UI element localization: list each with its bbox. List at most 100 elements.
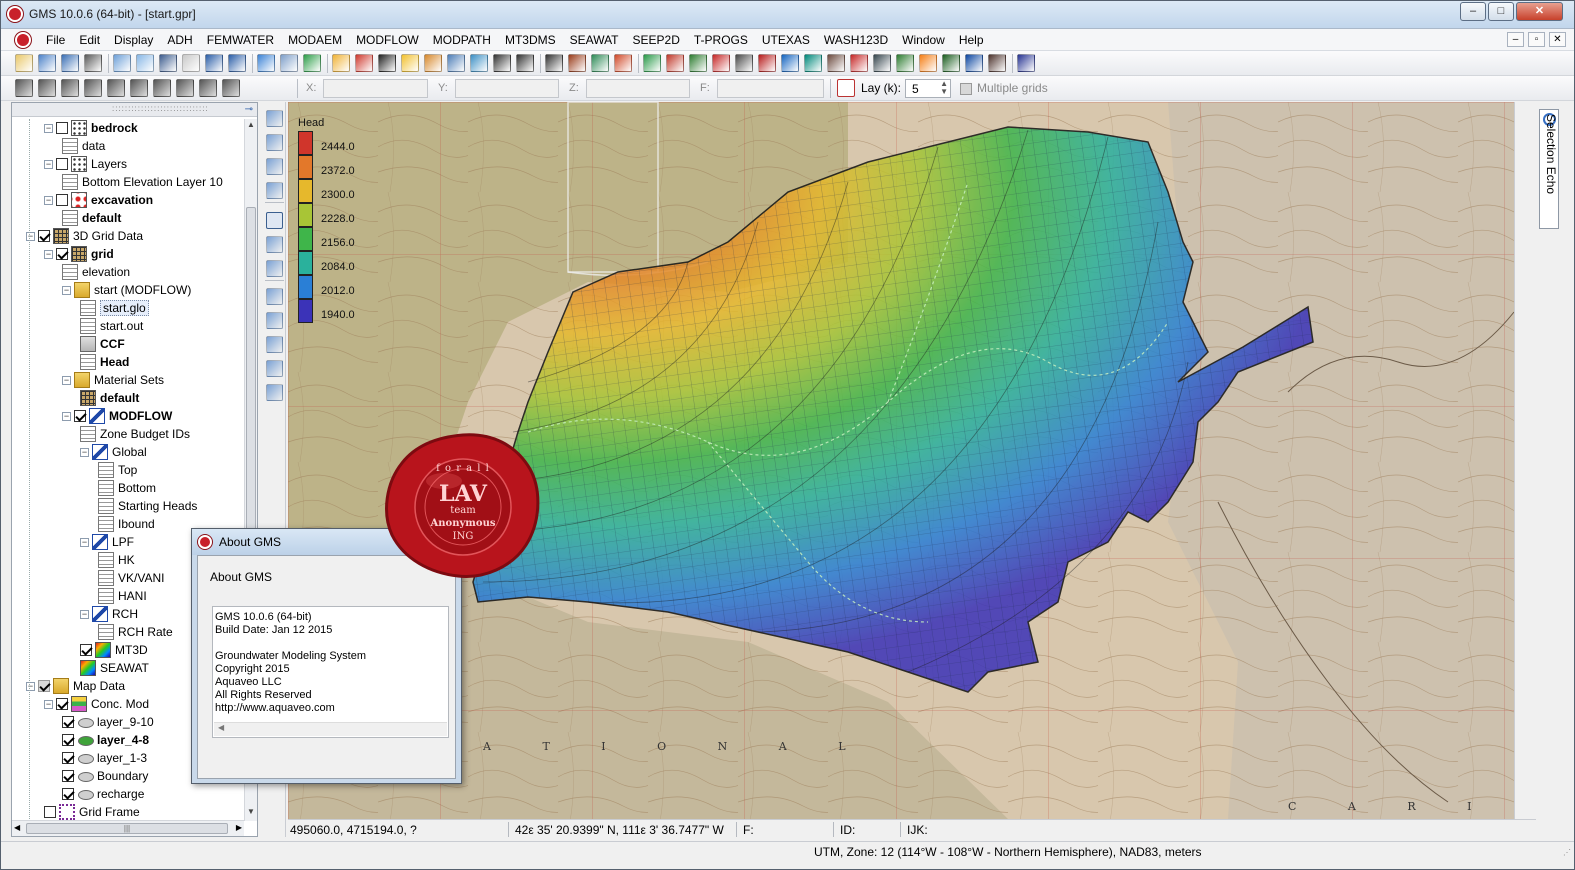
tree-item-zone-budget-ids[interactable]: Zone Budget IDs xyxy=(80,425,190,443)
collapse-toggle-icon[interactable]: − xyxy=(44,123,53,133)
tile-icon[interactable] xyxy=(303,54,321,72)
tree-item-seawat[interactable]: SEAWAT xyxy=(80,659,149,677)
tree-item-start-out[interactable]: start.out xyxy=(80,317,143,335)
film-icon[interactable] xyxy=(378,54,396,72)
tree-item-starting-heads[interactable]: Starting Heads xyxy=(98,497,197,515)
select-cells-tool-icon[interactable] xyxy=(266,212,283,229)
truck-well-icon[interactable] xyxy=(591,54,609,72)
f-value-field[interactable] xyxy=(717,79,824,98)
tree-item-rch-rate[interactable]: RCH Rate xyxy=(98,623,173,641)
collapse-toggle-icon[interactable]: − xyxy=(62,411,71,421)
tree-item-grid-frame[interactable]: Grid Frame xyxy=(44,803,140,821)
layer-spinner[interactable]: 5 ▲ ▼ xyxy=(905,79,951,98)
drawing-8-icon[interactable] xyxy=(827,54,845,72)
tree-item-excavation[interactable]: − excavation xyxy=(44,191,153,209)
about-info-box[interactable]: ◀ GMS 10.0.6 (64-bit) Build Date: Jan 12 … xyxy=(212,606,449,738)
drawing-12-icon[interactable] xyxy=(919,54,937,72)
scroll-down-icon[interactable]: ▼ xyxy=(245,807,257,820)
drawing-1-icon[interactable] xyxy=(666,54,684,72)
borehole-icon[interactable] xyxy=(38,79,56,97)
collapse-toggle-icon[interactable]: − xyxy=(62,285,71,295)
create-point-tool-icon[interactable] xyxy=(266,312,283,329)
create-polygon-tool-icon[interactable] xyxy=(266,336,283,353)
tree-checkbox[interactable] xyxy=(38,230,50,242)
select-object-tool-icon[interactable] xyxy=(266,260,283,277)
mdi-minimize-button[interactable]: – xyxy=(1507,32,1524,47)
tree-checkbox[interactable] xyxy=(62,734,74,746)
chart-icon[interactable] xyxy=(643,54,661,72)
menu-file[interactable]: File xyxy=(39,33,72,47)
collapse-toggle-icon[interactable]: − xyxy=(44,195,53,205)
menu-utexas[interactable]: UTEXAS xyxy=(755,33,817,47)
tree-item-default[interactable]: default xyxy=(80,389,139,407)
box-icon[interactable] xyxy=(113,54,131,72)
tree-item-bottom[interactable]: Bottom xyxy=(98,479,156,497)
menu-seawat[interactable]: SEAWAT xyxy=(563,33,626,47)
zoom-icon[interactable] xyxy=(257,54,275,72)
hexagon-icon[interactable] xyxy=(84,79,102,97)
drawing-11-icon[interactable] xyxy=(896,54,914,72)
dock-grip[interactable]: :::::::::::::::::::::::::::::: xyxy=(112,104,209,113)
tree-item-layer-9-10[interactable]: layer_9-10 xyxy=(62,713,154,731)
tree-checkbox[interactable] xyxy=(62,788,74,800)
tree-checkbox[interactable] xyxy=(56,248,68,260)
sphere-icon[interactable] xyxy=(199,79,217,97)
menu-mt3dms[interactable]: MT3DMS xyxy=(498,33,563,47)
refresh-icon[interactable] xyxy=(332,54,350,72)
tree-checkbox[interactable] xyxy=(62,716,74,728)
grid-3d-icon[interactable] xyxy=(153,79,171,97)
tree-item-head[interactable]: Head xyxy=(80,353,129,371)
pan-tool-icon[interactable] xyxy=(266,110,283,127)
selection-echo-tab[interactable]: Selection Echo xyxy=(1539,109,1559,229)
tree-item-bedrock[interactable]: − bedrock xyxy=(44,119,138,137)
tree-item-top[interactable]: Top xyxy=(98,461,137,479)
menu-display[interactable]: Display xyxy=(107,33,160,47)
maximize-button[interactable]: □ xyxy=(1488,2,1514,21)
move-icon[interactable] xyxy=(516,54,534,72)
tree-checkbox[interactable] xyxy=(38,680,50,692)
tree-item-default[interactable]: default xyxy=(62,209,121,227)
tree-checkbox[interactable] xyxy=(74,410,86,422)
menu-modpath[interactable]: MODPATH xyxy=(426,33,498,47)
x-coordinate-field[interactable] xyxy=(323,79,428,98)
collapse-toggle-icon[interactable]: − xyxy=(80,537,89,547)
calculator-icon[interactable] xyxy=(470,54,488,72)
close-button[interactable]: ✕ xyxy=(1516,2,1563,21)
color-grid-icon[interactable] xyxy=(424,54,442,72)
create-arc-tool-icon[interactable] xyxy=(266,288,283,305)
scroll-left-icon[interactable]: ◀ xyxy=(14,823,20,832)
collapse-toggle-icon[interactable]: − xyxy=(44,699,53,709)
grid-block-icon[interactable] xyxy=(176,79,194,97)
scroll-right-icon[interactable]: ▶ xyxy=(236,823,242,832)
drawing-6-icon[interactable] xyxy=(781,54,799,72)
save-icon[interactable] xyxy=(61,54,79,72)
menu-help[interactable]: Help xyxy=(952,33,991,47)
tree-checkbox[interactable] xyxy=(62,770,74,782)
mdi-restore-button[interactable]: ▫ xyxy=(1528,32,1545,47)
move-2-icon[interactable] xyxy=(545,54,563,72)
drawing-4-icon[interactable] xyxy=(735,54,753,72)
tree-checkbox[interactable] xyxy=(56,122,68,134)
layer-icon[interactable] xyxy=(837,79,855,97)
z-coordinate-field[interactable] xyxy=(586,79,690,98)
tree-item-elevation[interactable]: elevation xyxy=(62,263,130,281)
tree-item-data[interactable]: data xyxy=(62,137,105,155)
new-icon[interactable] xyxy=(15,54,33,72)
spinner-arrows-icon[interactable]: ▲ ▼ xyxy=(940,80,948,96)
menu-adh[interactable]: ADH xyxy=(160,33,199,47)
tree-item-rch[interactable]: − RCH xyxy=(80,605,138,623)
rotate-tool-icon[interactable] xyxy=(266,158,283,175)
pot-icon[interactable] xyxy=(222,79,240,97)
select-region-icon[interactable] xyxy=(568,54,586,72)
collapse-toggle-icon[interactable]: − xyxy=(80,609,89,619)
about-horizontal-scrollbar[interactable]: ◀ xyxy=(214,722,447,736)
grid-2d-icon[interactable] xyxy=(107,79,125,97)
map-icon[interactable] xyxy=(1017,54,1035,72)
cube-icon[interactable] xyxy=(136,54,154,72)
tree-checkbox[interactable] xyxy=(56,194,68,206)
tree-item-ibound[interactable]: Ibound xyxy=(98,515,155,533)
drawing-3-icon[interactable] xyxy=(712,54,730,72)
drawing-7-icon[interactable] xyxy=(804,54,822,72)
drawing-2-icon[interactable] xyxy=(689,54,707,72)
tree-item-ccf[interactable]: CCF xyxy=(80,335,125,353)
